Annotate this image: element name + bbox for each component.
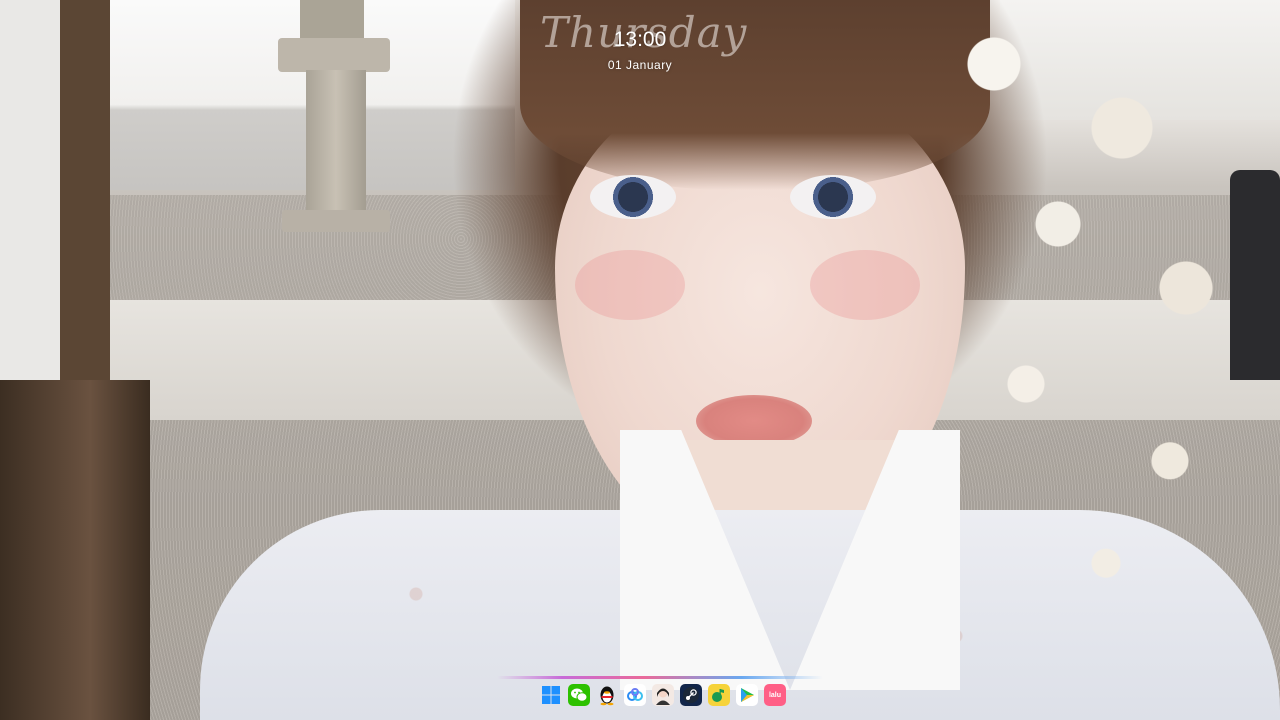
dock-item-qq[interactable]: [596, 684, 618, 706]
dock-item-video-player[interactable]: [736, 684, 758, 706]
dock-item-lalu[interactable]: lalu: [764, 684, 786, 706]
dock-item-wechat[interactable]: [568, 684, 590, 706]
steam-icon: [683, 687, 699, 703]
desktop-wallpaper: [0, 0, 1280, 720]
clock-date: 01 January: [607, 58, 673, 72]
qq-penguin-icon: [600, 686, 614, 706]
clock-widget: Thursday 13:00 01 January: [540, 8, 746, 78]
wallpaper-hair-ornament: [930, 0, 1250, 640]
cloud-icon: [627, 688, 643, 701]
lalu-icon: lalu: [768, 691, 782, 699]
wallpaper-cheek-left: [575, 250, 685, 320]
dock-item-music[interactable]: [708, 684, 730, 706]
wallpaper-lantern-base: [282, 210, 390, 232]
dock-item-avatar[interactable]: [652, 684, 674, 706]
wechat-icon: [571, 688, 588, 702]
music-icon: [712, 689, 724, 702]
wallpaper-eye-right: [790, 175, 876, 219]
windows-logo-icon: [542, 686, 560, 704]
play-icon: [741, 688, 754, 702]
wallpaper-lantern-top: [278, 38, 390, 72]
wallpaper-wooden-rail: [0, 380, 150, 720]
dock-item-baidu-netdisk[interactable]: [624, 684, 646, 706]
dock: lalu: [540, 684, 786, 710]
wallpaper-lantern-post: [306, 70, 366, 220]
clock-time: 13:00: [613, 28, 667, 51]
wallpaper-cheek-right: [810, 250, 920, 320]
wallpaper-eye-left: [590, 175, 676, 219]
dock-item-steam[interactable]: [680, 684, 702, 706]
audio-visualizer-line: [497, 676, 823, 679]
dock-item-windows[interactable]: [540, 684, 562, 706]
avatar-icon: [656, 688, 670, 705]
wallpaper-lantern-cap: [300, 0, 364, 40]
